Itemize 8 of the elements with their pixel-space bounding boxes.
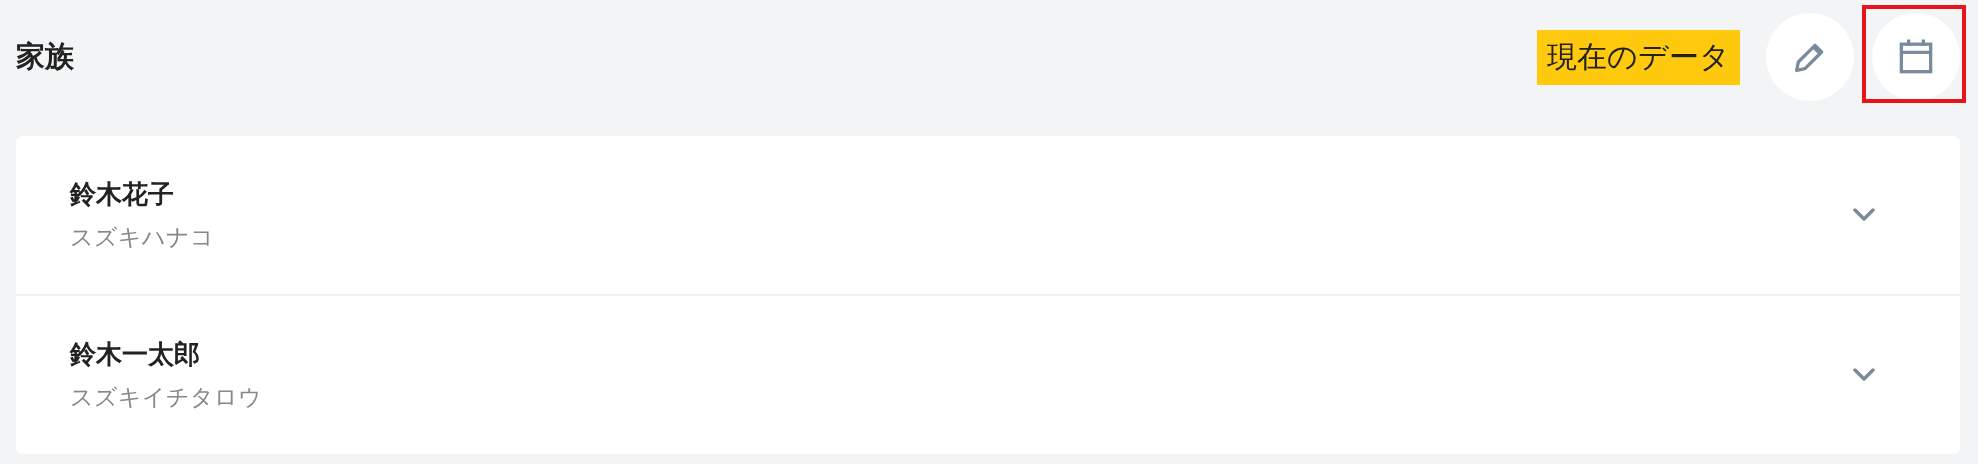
member-kana: スズキイチタロウ xyxy=(70,383,263,412)
chevron-down-icon[interactable] xyxy=(1852,368,1876,382)
member-name: 鈴木花子 xyxy=(70,178,175,211)
chevron-down-icon[interactable] xyxy=(1852,208,1876,222)
section-title: 家族 xyxy=(16,38,75,75)
member-kana: スズキハナコ xyxy=(70,223,215,252)
member-name: 鈴木一太郎 xyxy=(70,338,201,371)
current-data-label: 現在のデータ xyxy=(1537,29,1740,85)
